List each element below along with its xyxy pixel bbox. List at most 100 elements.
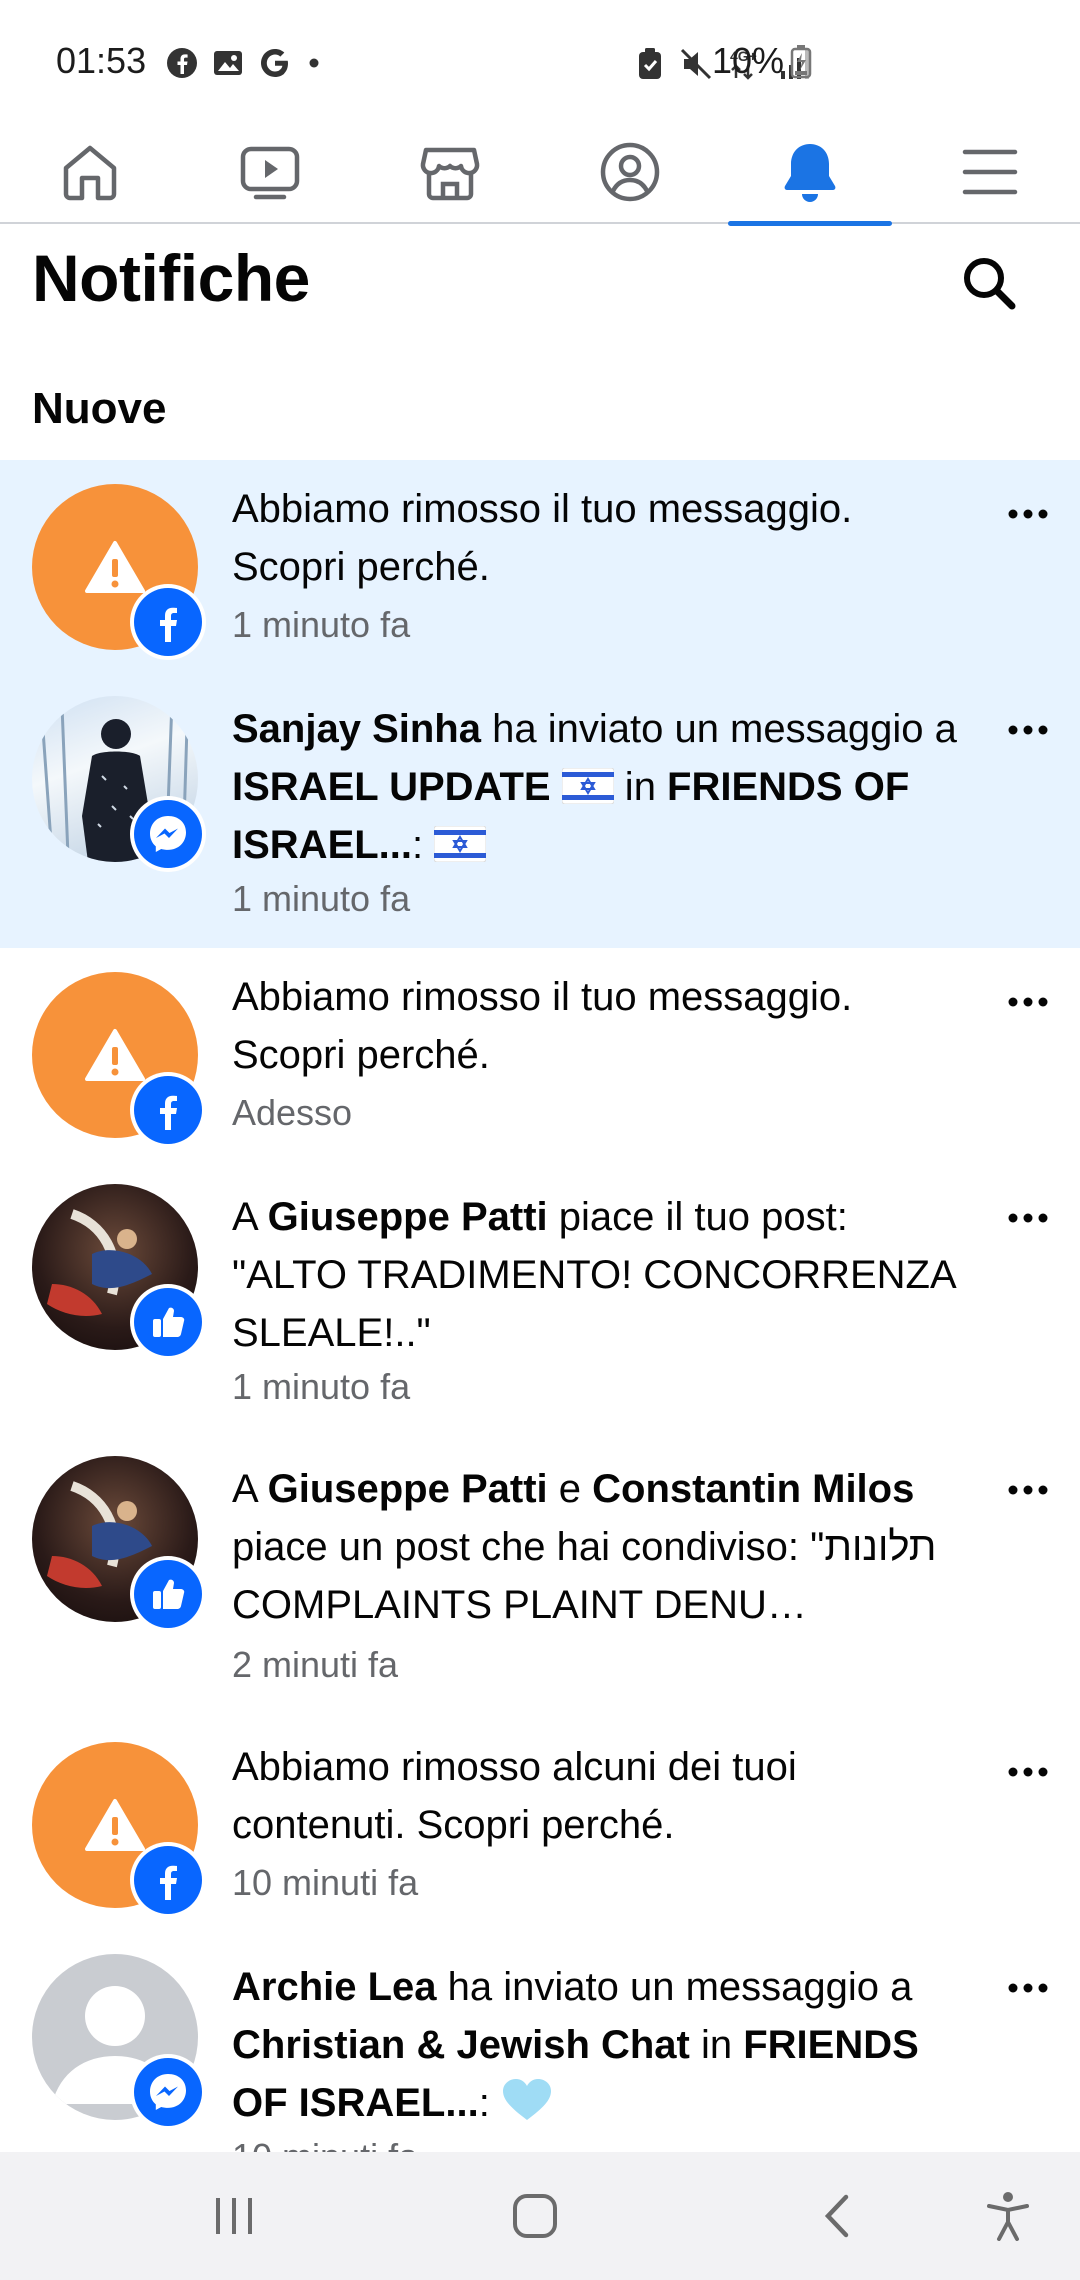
notification-text: A Giuseppe Patti e Constantin Milos piac… (232, 1460, 972, 1634)
notification-user[interactable]: Sanjay Sinha (232, 707, 481, 751)
tab-marketplace[interactable] (368, 120, 532, 224)
system-navigation-bar (0, 2152, 1080, 2280)
more-options-button[interactable] (1004, 494, 1052, 534)
more-options-button[interactable] (1004, 1752, 1052, 1792)
accessibility-button[interactable] (974, 2182, 1042, 2250)
back-chevron-icon (824, 2194, 849, 2238)
notification-time: 2 minuti fa (232, 1644, 399, 1685)
notification-text: Abbiamo rimosso il tuo messaggio. Scopri… (232, 975, 853, 1077)
facebook-badge (130, 1072, 206, 1148)
tab-notifications[interactable] (728, 120, 892, 226)
warning-avatar (32, 1742, 206, 1918)
notification-time: Adesso (232, 1092, 353, 1133)
more-options-button[interactable] (1004, 1198, 1052, 1238)
search-button[interactable] (960, 254, 1018, 312)
notification-group[interactable]: Christian & Jewish Chat (232, 2023, 690, 2067)
recent-apps-icon (216, 2198, 252, 2234)
more-options-button[interactable] (1004, 1470, 1052, 1510)
more-dots-icon (1008, 1213, 1048, 1223)
notification-text: A Giuseppe Patti piace il tuo post: "ALT… (232, 1188, 972, 1362)
notification-item[interactable]: Sanjay Sinha ha inviato un messaggio a I… (0, 676, 1080, 948)
status-time: 01:53 (56, 40, 147, 81)
top-navigation (0, 120, 1080, 226)
like-badge (130, 1284, 206, 1360)
marketplace-icon (420, 147, 480, 201)
tab-home[interactable] (8, 120, 172, 224)
status-notification-icons (166, 46, 322, 80)
profile-icon (600, 142, 660, 202)
notification-text: Archie Lea ha inviato un messaggio a Chr… (232, 1958, 972, 2132)
battery-indicator: 10% (712, 40, 814, 82)
more-dots-icon (1008, 725, 1048, 735)
warning-icon (85, 541, 145, 593)
notification-item[interactable]: A Giuseppe Patti e Constantin Milos piac… (0, 1436, 1080, 1718)
notification-item[interactable]: Abbiamo rimosso il tuo messaggio. Scopri… (0, 460, 1080, 676)
facebook-badge (130, 584, 206, 660)
home-icon (63, 145, 117, 201)
painting-avatar (32, 1456, 206, 1632)
tab-video[interactable] (188, 120, 352, 224)
notification-item[interactable]: A Giuseppe Patti piace il tuo post: "ALT… (0, 1164, 1080, 1436)
notification-text-part: : (478, 2081, 501, 2125)
tab-profile[interactable] (548, 120, 712, 224)
notification-time: 1 minuto fa (232, 604, 411, 645)
notification-text-part: ha inviato un messaggio a (436, 1965, 913, 2009)
facebook-icon (160, 607, 177, 642)
israel-flag-icon (434, 826, 487, 862)
notification-text-part: A (232, 1467, 268, 1511)
notification-user-2[interactable]: Constantin Milos (592, 1467, 914, 1511)
warning-avatar (32, 972, 206, 1148)
notification-text: Abbiamo rimosso alcuni dei tuoi contenut… (232, 1745, 797, 1847)
like-icon (153, 1579, 185, 1609)
warning-icon (85, 1799, 145, 1851)
battery-percent: 10% (712, 40, 785, 81)
video-icon (240, 146, 300, 200)
notification-item[interactable]: Abbiamo rimosso il tuo messaggio. Scopri… (0, 948, 1080, 1164)
more-options-button[interactable] (1004, 982, 1052, 1022)
status-bar: 01:53 4G+ 10% (0, 0, 1080, 120)
israel-flag-icon (561, 768, 614, 804)
facebook-icon (160, 1095, 177, 1130)
notification-text: Abbiamo rimosso il tuo messaggio. Scopri… (232, 487, 853, 589)
google-status-icon (261, 49, 288, 77)
notification-text-part: A (232, 1195, 268, 1239)
notification-text-part: : (412, 823, 435, 867)
notification-user[interactable]: Giuseppe Patti (268, 1195, 548, 1239)
notification-time: 1 minuto fa (232, 1366, 411, 1407)
more-dots-icon (1008, 509, 1048, 519)
facebook-status-icon (167, 48, 197, 78)
more-options-button[interactable] (1004, 710, 1052, 750)
messenger-badge (130, 796, 206, 872)
search-icon (964, 258, 1016, 310)
notification-time: 10 minuti fa (232, 2136, 418, 2152)
notification-time: 1 minuto fa (232, 878, 411, 919)
messenger-icon (150, 816, 186, 852)
warning-avatar (32, 484, 206, 660)
recent-apps-button[interactable] (200, 2182, 268, 2250)
more-dots-icon (1008, 1983, 1048, 1993)
accessibility-icon (987, 2192, 1029, 2241)
notification-text: Sanjay Sinha ha inviato un messaggio a I… (232, 700, 972, 874)
more-options-button[interactable] (1004, 1968, 1052, 2008)
hamburger-menu-icon (962, 149, 1018, 195)
notification-time: 10 minuti fa (232, 1862, 419, 1903)
more-dots-icon (1008, 997, 1048, 1007)
more-dots-icon (1008, 1485, 1048, 1495)
notification-group[interactable]: ISRAEL UPDATE (232, 765, 551, 809)
back-button[interactable] (804, 2182, 872, 2250)
notification-user[interactable]: Giuseppe Patti (268, 1467, 548, 1511)
home-system-button[interactable] (501, 2182, 569, 2250)
more-dots-icon (1008, 1767, 1048, 1777)
section-title-new: Nuove (32, 384, 167, 433)
page-title: Notifiche (32, 241, 310, 315)
default-avatar (32, 1954, 206, 2130)
like-badge (130, 1556, 206, 1632)
battery-icon (790, 45, 812, 79)
notification-item[interactable]: Abbiamo rimosso alcuni dei tuoi contenut… (0, 1718, 1080, 1934)
light-blue-heart-icon (502, 2079, 551, 2120)
notification-text-part: in (689, 2023, 744, 2067)
notification-item[interactable]: Archie Lea ha inviato un messaggio a Chr… (0, 1934, 1080, 2152)
notification-user[interactable]: Archie Lea (232, 1965, 437, 2009)
notification-text-part: ha inviato un messaggio a (480, 707, 957, 751)
tab-menu[interactable] (908, 120, 1072, 224)
